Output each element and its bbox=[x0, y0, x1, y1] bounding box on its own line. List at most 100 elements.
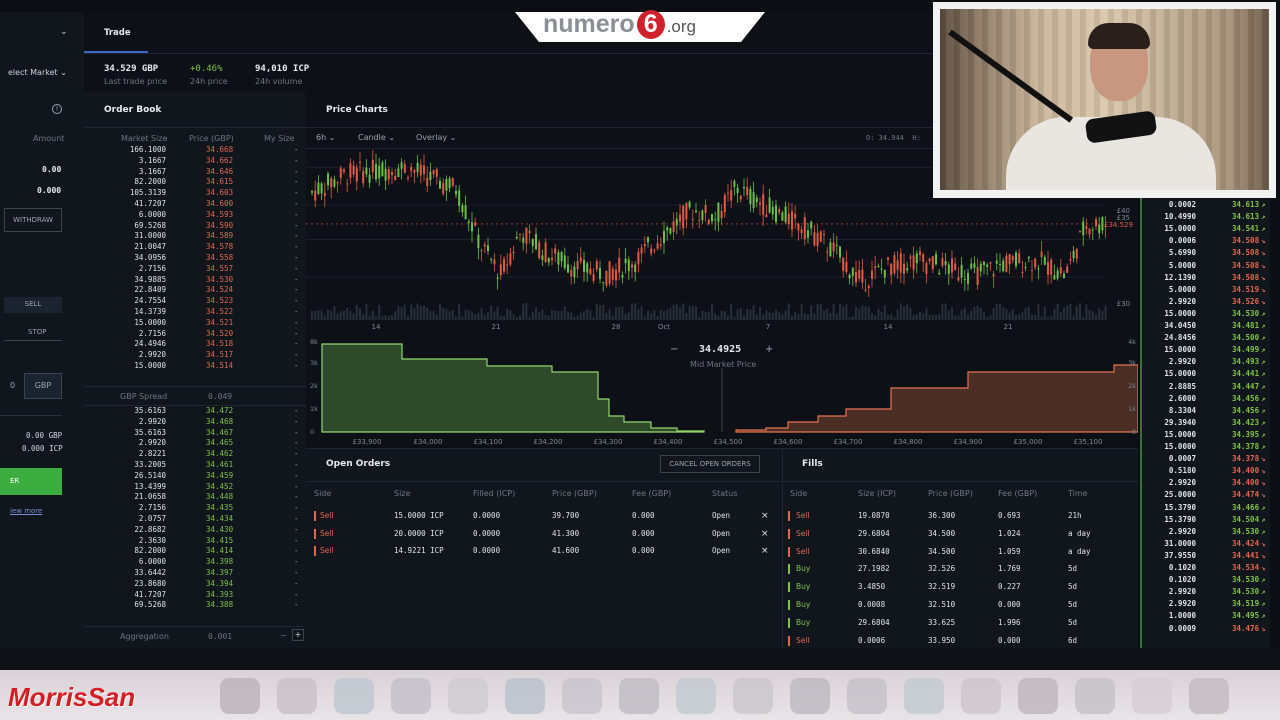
aggregation-minus-button[interactable]: − bbox=[280, 631, 287, 640]
bid-row[interactable]: 23.8680 34.394 - bbox=[84, 579, 306, 590]
ask-row[interactable]: 2.7156 34.520 - bbox=[84, 329, 306, 340]
price-input-zero[interactable]: 0 bbox=[10, 381, 15, 390]
dock-app-icon[interactable] bbox=[1075, 678, 1115, 714]
tab-trade[interactable]: Trade bbox=[104, 28, 131, 38]
trade-price: 34.493 bbox=[1232, 357, 1260, 367]
dock-app-icon[interactable] bbox=[961, 678, 1001, 714]
bid-row[interactable]: 22.8682 34.430 - bbox=[84, 525, 306, 536]
volume-bar bbox=[346, 307, 349, 320]
fill-row[interactable]: Sell 0.0006 33.950 0.000 6d bbox=[782, 635, 1138, 647]
open-order-row[interactable]: Sell 14.9221 ICP 0.0000 41.600 0.000 Open × bbox=[306, 545, 782, 557]
currency-gbp-box[interactable]: GBP bbox=[24, 373, 62, 399]
ask-row[interactable]: 31.0000 34.589 - bbox=[84, 231, 306, 242]
bid-row[interactable]: 69.5268 34.388 - bbox=[84, 600, 306, 611]
cancel-order-icon[interactable]: × bbox=[761, 510, 769, 522]
sell-tab[interactable]: SELL bbox=[4, 297, 62, 313]
dock-app-icon[interactable] bbox=[391, 678, 431, 714]
trade-size: 2.6000 bbox=[1168, 393, 1196, 403]
ask-row[interactable]: 6.0000 34.593 - bbox=[84, 210, 306, 221]
dock-app-icon[interactable] bbox=[619, 678, 659, 714]
aggregation-plus-button[interactable]: + bbox=[292, 629, 304, 641]
submit-order-button[interactable]: ER bbox=[0, 468, 62, 495]
ask-row[interactable]: 166.1000 34.668 - bbox=[84, 145, 306, 156]
price: 34.467 bbox=[206, 427, 234, 437]
ask-row[interactable]: 15.0000 34.514 - bbox=[84, 361, 306, 372]
bid-row[interactable]: 82.2000 34.414 - bbox=[84, 546, 306, 557]
bid-row[interactable]: 33.2005 34.461 - bbox=[84, 460, 306, 471]
ask-row[interactable]: 2.9920 34.517 - bbox=[84, 350, 306, 361]
interval-select[interactable]: 6h ⌄ bbox=[316, 133, 335, 142]
ask-row[interactable]: 69.5268 34.590 - bbox=[84, 221, 306, 232]
fill-row[interactable]: Sell 19.0870 36.300 0.693 21h bbox=[782, 510, 1138, 522]
dock-app-icon[interactable] bbox=[790, 678, 830, 714]
ask-row[interactable]: 15.0000 34.521 - bbox=[84, 318, 306, 329]
dock-app-icon[interactable] bbox=[448, 678, 488, 714]
overlay-select[interactable]: Overlay ⌄ bbox=[416, 133, 456, 142]
ask-row[interactable]: 14.3739 34.522 - bbox=[84, 307, 306, 318]
open-order-row[interactable]: Sell 20.0000 ICP 0.0000 41.300 0.000 Open × bbox=[306, 528, 782, 540]
bid-row[interactable]: 21.0658 34.448 - bbox=[84, 492, 306, 503]
amount-value-2[interactable]: 0.000 bbox=[37, 186, 61, 195]
candle-body bbox=[736, 187, 739, 194]
ask-row[interactable]: 34.0956 34.558 - bbox=[84, 253, 306, 264]
dock-app-icon[interactable] bbox=[562, 678, 602, 714]
bid-row[interactable]: 35.6163 34.467 - bbox=[84, 428, 306, 439]
bid-row[interactable]: 2.8221 34.462 - bbox=[84, 449, 306, 460]
bid-row[interactable]: 6.0000 34.398 - bbox=[84, 557, 306, 568]
fill-row[interactable]: Sell 30.6840 34.500 1.059 a day bbox=[782, 546, 1138, 558]
bid-row[interactable]: 33.6442 34.397 - bbox=[84, 568, 306, 579]
bid-row[interactable]: 2.0757 34.434 - bbox=[84, 514, 306, 525]
ask-row[interactable]: 24.4946 34.518 - bbox=[84, 339, 306, 350]
chart-type-select[interactable]: Candle ⌄ bbox=[358, 133, 395, 142]
withdraw-button[interactable]: WITHDRAW bbox=[4, 208, 62, 232]
fill-row[interactable]: Buy 0.0008 32.510 0.000 5d bbox=[782, 599, 1138, 611]
ask-row[interactable]: 3.1667 34.662 - bbox=[84, 156, 306, 167]
cancel-order-icon[interactable]: × bbox=[761, 545, 769, 557]
dock-app-icon[interactable] bbox=[733, 678, 773, 714]
dock-app-icon[interactable] bbox=[505, 678, 545, 714]
ask-row[interactable]: 34.9885 34.530 - bbox=[84, 275, 306, 286]
amount-value-1[interactable]: 0.00 bbox=[42, 165, 61, 174]
fill-row[interactable]: Sell 29.6804 34.500 1.024 a day bbox=[782, 528, 1138, 540]
ask-row[interactable]: 41.7207 34.600 - bbox=[84, 199, 306, 210]
bid-row[interactable]: 2.7156 34.435 - bbox=[84, 503, 306, 514]
stat-volume-value: 94,010 ICP bbox=[255, 64, 310, 74]
view-more-link[interactable]: iew more bbox=[10, 507, 42, 515]
dock-app-icon[interactable] bbox=[334, 678, 374, 714]
ask-row[interactable]: 22.8409 34.524 - bbox=[84, 285, 306, 296]
bid-row[interactable]: 41.7207 34.393 - bbox=[84, 590, 306, 601]
dock-app-icon[interactable] bbox=[904, 678, 944, 714]
stop-tab[interactable]: STOP bbox=[28, 328, 46, 336]
info-icon[interactable]: ! bbox=[52, 104, 62, 114]
fill-cell: 30.6840 bbox=[858, 546, 890, 556]
bid-row[interactable]: 13.4399 34.452 - bbox=[84, 482, 306, 493]
ask-row[interactable]: 2.7156 34.557 - bbox=[84, 264, 306, 275]
fill-row[interactable]: Buy 3.4850 32.519 0.227 5d bbox=[782, 581, 1138, 593]
bid-row[interactable]: 2.9920 34.465 - bbox=[84, 438, 306, 449]
dock-app-icon[interactable] bbox=[277, 678, 317, 714]
bid-row[interactable]: 2.3630 34.415 - bbox=[84, 536, 306, 547]
dock-app-icon[interactable] bbox=[1189, 678, 1229, 714]
ask-row[interactable]: 105.3139 34.603 - bbox=[84, 188, 306, 199]
dock-app-icon[interactable] bbox=[220, 678, 260, 714]
cancel-open-orders-button[interactable]: CANCEL OPEN ORDERS bbox=[660, 455, 760, 473]
open-order-row[interactable]: Sell 15.0000 ICP 0.0000 39.700 0.000 Open × bbox=[306, 510, 782, 522]
dock-app-icon[interactable] bbox=[676, 678, 716, 714]
dock-app-icon[interactable] bbox=[1018, 678, 1058, 714]
bid-row[interactable]: 26.5140 34.459 - bbox=[84, 471, 306, 482]
fill-row[interactable]: Buy 29.6804 33.625 1.996 5d bbox=[782, 617, 1138, 629]
ask-row[interactable]: 24.7554 34.523 - bbox=[84, 296, 306, 307]
depth-chart[interactable]: £33,900 £34,000 £34,100 £34,200 £34,300 £34,4… bbox=[306, 338, 1138, 448]
stat-last-price-label: Last trade price bbox=[104, 77, 167, 86]
account-dropdown[interactable]: ⌄ bbox=[60, 27, 68, 37]
dock-app-icon[interactable] bbox=[1132, 678, 1172, 714]
ask-row[interactable]: 82.2000 34.615 - bbox=[84, 177, 306, 188]
market-select[interactable]: elect Market ⌄ bbox=[8, 68, 67, 77]
ask-row[interactable]: 21.0047 34.578 - bbox=[84, 242, 306, 253]
bid-row[interactable]: 35.6163 34.472 - bbox=[84, 406, 306, 417]
ask-row[interactable]: 3.1667 34.646 - bbox=[84, 167, 306, 178]
bid-row[interactable]: 2.9920 34.468 - bbox=[84, 417, 306, 428]
cancel-order-icon[interactable]: × bbox=[761, 528, 769, 540]
fill-row[interactable]: Buy 27.1982 32.526 1.769 5d bbox=[782, 563, 1138, 575]
dock-app-icon[interactable] bbox=[847, 678, 887, 714]
